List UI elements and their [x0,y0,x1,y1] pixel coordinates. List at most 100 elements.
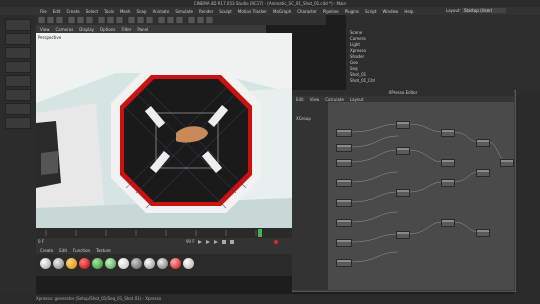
menu-animate[interactable]: Animate [153,9,170,14]
xp-menu-calculate[interactable]: Calculate [325,97,344,102]
mat-menu-edit[interactable]: Edit [59,248,67,253]
xpresso-sidebar: XGroup [292,102,328,290]
xpresso-node[interactable] [441,159,455,167]
playback-controls: 0 F 90 F [36,238,292,246]
edges-mode-icon[interactable] [5,75,31,87]
material-ball[interactable] [183,258,194,269]
xpresso-node[interactable] [476,229,490,237]
menu-window[interactable]: Window [383,9,399,14]
move-tool-icon[interactable] [5,19,31,31]
xpresso-node[interactable] [336,239,352,247]
menu-snap[interactable]: Snap [136,9,146,14]
material-ball[interactable] [144,258,155,269]
xpresso-node[interactable] [441,219,455,227]
mat-menu-create[interactable]: Create [40,248,53,253]
scale-tool-icon[interactable] [5,33,31,45]
object-item[interactable]: Scene [350,30,362,35]
xpresso-node[interactable] [441,129,455,137]
status-bar: Xpresso: generator (Setup/Shot_01/Seq_01… [0,294,540,304]
object-item[interactable]: Shader [350,54,364,59]
object-item[interactable]: Shot_01 [350,72,366,77]
xpresso-node-canvas[interactable] [328,102,514,290]
object-item[interactable]: Light [350,42,360,47]
menu-edit[interactable]: Edit [53,9,61,14]
mat-menu-texture[interactable]: Texture [96,248,111,253]
snap-icon[interactable] [5,103,31,115]
xpresso-node[interactable] [336,199,352,207]
viewport-camera-label: Perspective [38,35,62,40]
xp-menu-view[interactable]: View [310,97,320,102]
layout-label: Layout: [446,8,461,13]
vp-menu-view[interactable]: View [40,27,50,32]
menu-render[interactable]: Render [199,9,213,14]
rotate-tool-icon[interactable] [5,47,31,59]
xpresso-node[interactable] [476,139,490,147]
attribute-panel [514,95,540,294]
material-menu: Create Edit Function Texture [36,246,292,254]
vp-menu-cameras[interactable]: Cameras [56,27,74,32]
menu-mesh[interactable]: Mesh [120,9,131,14]
xp-menu-edit[interactable]: Edit [296,97,304,102]
material-ball[interactable] [66,258,77,269]
command-palette [36,15,326,25]
xpresso-node[interactable] [336,159,352,167]
xpresso-node[interactable] [441,179,455,187]
vp-menu-filter[interactable]: Filter [121,27,131,32]
vp-menu-options[interactable]: Options [100,27,115,32]
object-item[interactable]: Camera [350,36,366,41]
3d-viewport[interactable] [36,33,292,228]
material-ball[interactable] [170,258,181,269]
material-ball[interactable] [40,258,51,269]
menu-motion-tracker[interactable]: Motion Tracker [238,9,267,14]
frame-start[interactable]: 0 F [38,239,44,244]
material-ball[interactable] [53,258,64,269]
layout-dropdown[interactable]: Startup (User) [462,8,506,13]
polygons-mode-icon[interactable] [5,89,31,101]
material-ball[interactable] [92,258,103,269]
menu-create[interactable]: Create [66,9,79,14]
material-ball[interactable] [105,258,116,269]
material-manager [36,254,292,276]
menu-plugins[interactable]: Plugins [345,9,359,14]
xpresso-node[interactable] [500,159,514,167]
menu-simulate[interactable]: Simulate [175,9,193,14]
xpresso-node[interactable] [396,231,410,239]
object-item[interactable]: Shot_01_Ctrl [350,78,375,83]
object-item[interactable]: Geo [350,60,358,65]
vp-menu-display[interactable]: Display [79,27,94,32]
frame-end[interactable]: 90 F [186,239,195,244]
xpresso-node[interactable] [336,259,352,267]
xpresso-group-label: XGroup [296,116,311,121]
xpresso-node[interactable] [396,147,410,155]
menu-help[interactable]: Help [404,9,413,14]
vp-menu-panel[interactable]: Panel [137,27,148,32]
xpresso-node[interactable] [336,144,352,152]
mat-menu-function[interactable]: Function [73,248,90,253]
menu-pipeline[interactable]: Pipeline [323,9,339,14]
object-item[interactable]: Xpresso [350,48,366,53]
menu-tools[interactable]: Tools [104,9,114,14]
material-ball[interactable] [79,258,90,269]
menu-select[interactable]: Select [86,9,98,14]
xp-menu-layout[interactable]: Layout [350,97,364,102]
xpresso-node[interactable] [336,129,352,137]
xpresso-node[interactable] [476,169,490,177]
menu-script[interactable]: Script [365,9,377,14]
menu-mograph[interactable]: MoGraph [273,9,291,14]
menu-file[interactable]: File [40,9,47,14]
points-mode-icon[interactable] [5,61,31,73]
viewport-menu: View Cameras Display Options Filter Pane… [36,25,266,33]
material-ball[interactable] [131,258,142,269]
xpresso-node[interactable] [336,219,352,227]
workplane-icon[interactable] [5,117,31,129]
material-ball[interactable] [118,258,129,269]
material-ball[interactable] [157,258,168,269]
xpresso-node[interactable] [396,121,410,129]
xpresso-node[interactable] [396,189,410,197]
object-item[interactable]: Seq [350,66,358,71]
menu-character[interactable]: Character [297,9,317,14]
object-manager: Scene Camera Light Xpresso Shader Geo Se… [346,15,540,95]
xpresso-node[interactable] [336,179,352,187]
menu-sculpt[interactable]: Sculpt [219,9,232,14]
left-toolbar [0,15,36,295]
